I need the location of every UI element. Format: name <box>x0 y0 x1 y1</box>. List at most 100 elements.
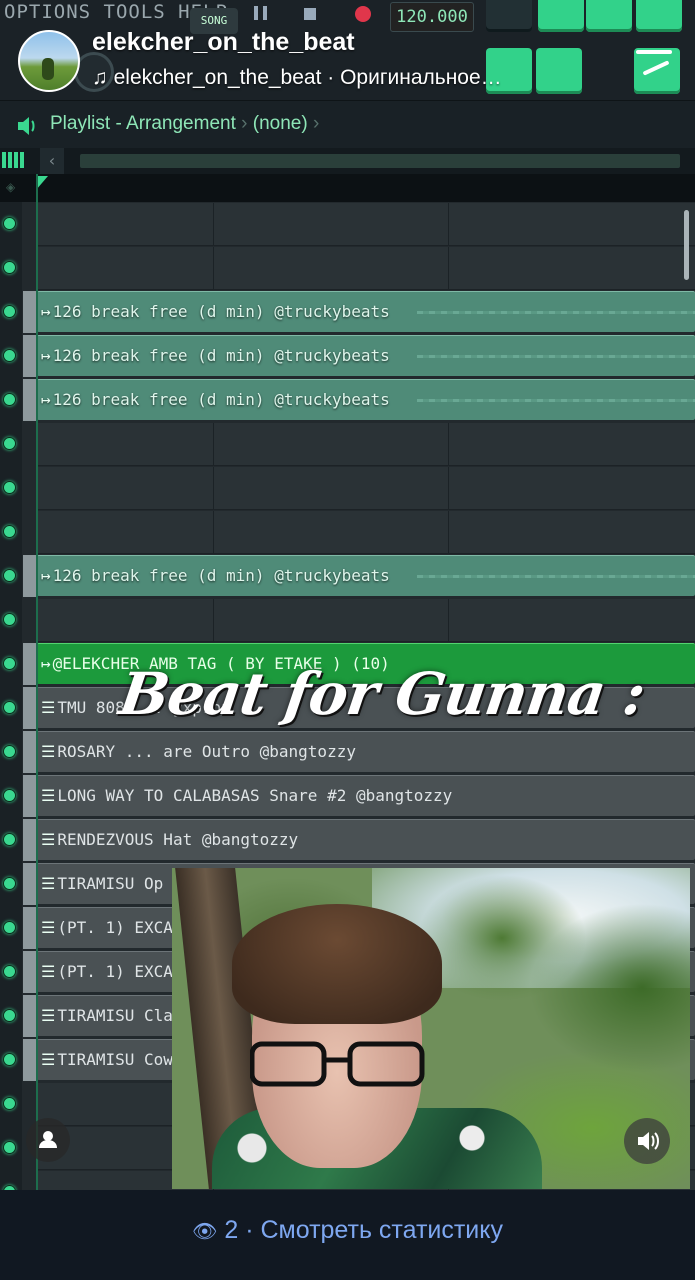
track-row[interactable] <box>0 202 695 246</box>
reel-username[interactable]: elekcher_on_the_beat <box>92 28 355 57</box>
track-row[interactable]: ☰ ROSARY ... are Outro @bangtozzy <box>0 730 695 774</box>
piano-icon[interactable] <box>2 152 26 168</box>
speaker-icon[interactable] <box>16 115 38 135</box>
track-mute-led-icon[interactable] <box>3 525 16 538</box>
track-row[interactable]: ☰ RENDEZVOUS Hat @bangtozzy <box>0 818 695 862</box>
track-grip[interactable] <box>23 731 36 773</box>
toolbar-button[interactable] <box>538 0 584 32</box>
track-mute-led-icon[interactable] <box>3 657 16 670</box>
track-mute-led-icon[interactable] <box>3 569 16 582</box>
track-row[interactable] <box>0 466 695 510</box>
clip-label: TIRAMISU Clav <box>57 1006 183 1025</box>
audio-clip[interactable]: ↦ 126 break free (d min) @truckybeats <box>37 291 695 332</box>
empty-track-cell[interactable] <box>38 467 695 510</box>
pattern-clip[interactable]: ☰ ROSARY ... are Outro @bangtozzy <box>37 731 695 772</box>
pattern-view-button[interactable] <box>536 48 582 94</box>
pattern-icon: ☰ <box>41 1050 56 1069</box>
pattern-selector[interactable]: (none) <box>253 113 308 134</box>
grid-line <box>448 467 449 509</box>
track-grip[interactable] <box>23 291 36 333</box>
empty-track-cell[interactable] <box>38 247 695 290</box>
audio-text: elekcher_on_the_beat · Оригинальное… <box>113 66 502 89</box>
timeline-ruler[interactable]: ◈ <box>0 174 695 202</box>
audio-clip[interactable]: ↦ 126 break free (d min) @truckybeats <box>37 379 695 420</box>
track-grip[interactable] <box>23 907 36 949</box>
pattern-icon: ☰ <box>41 830 56 849</box>
speaker-icon[interactable] <box>624 1118 670 1164</box>
stop-button[interactable] <box>304 8 316 20</box>
reel-audio[interactable]: ♫ elekcher_on_the_beat · Оригинальное… <box>92 66 502 90</box>
playlist-title[interactable]: Playlist - Arrangement › (none) › <box>50 113 319 135</box>
track-mute-led-icon[interactable] <box>3 261 16 274</box>
pattern-icon: ☰ <box>41 742 56 761</box>
track-grip[interactable] <box>23 995 36 1037</box>
track-row[interactable]: ↦ 126 break free (d min) @truckybeats <box>0 334 695 378</box>
track-row[interactable] <box>0 598 695 642</box>
track-mute-led-icon[interactable] <box>3 1053 16 1066</box>
track-grip[interactable] <box>23 643 36 685</box>
track-row[interactable]: ↦ 126 break free (d min) @truckybeats <box>0 554 695 598</box>
facecam-video[interactable] <box>172 868 690 1189</box>
empty-track-cell[interactable] <box>38 423 695 466</box>
track-mute-led-icon[interactable] <box>3 833 16 846</box>
pattern-clip[interactable]: ☰ LONG WAY TO CALABASAS Snare #2 @bangtoz… <box>37 775 695 816</box>
track-mute-led-icon[interactable] <box>3 921 16 934</box>
avatar[interactable] <box>18 30 80 92</box>
playlist-toolbar: ‹ <box>0 148 695 174</box>
track-row[interactable] <box>0 246 695 290</box>
tempo-display[interactable]: 120.000 <box>390 2 474 32</box>
toolbar-button[interactable] <box>486 0 532 32</box>
track-mute-led-icon[interactable] <box>3 701 16 714</box>
person-icon[interactable] <box>26 1118 70 1162</box>
track-mute-led-icon[interactable] <box>3 305 16 318</box>
track-mute-led-icon[interactable] <box>3 877 16 890</box>
track-mute-led-icon[interactable] <box>3 1141 16 1154</box>
pattern-icon: ☰ <box>41 918 56 937</box>
vertical-scrollbar[interactable] <box>684 210 689 280</box>
track-mute-led-icon[interactable] <box>3 789 16 802</box>
reel-caption: Beat for Gunna : <box>115 660 649 728</box>
track-row[interactable]: ↦ 126 break free (d min) @truckybeats <box>0 290 695 334</box>
pattern-icon: ☰ <box>41 874 56 893</box>
empty-track-cell[interactable] <box>38 599 695 642</box>
track-mute-led-icon[interactable] <box>3 217 16 230</box>
track-row[interactable]: ☰ LONG WAY TO CALABASAS Snare #2 @bangtoz… <box>0 774 695 818</box>
track-grip[interactable] <box>23 555 36 597</box>
record-button[interactable] <box>355 6 371 22</box>
track-mute-led-icon[interactable] <box>3 1009 16 1022</box>
waveform <box>417 399 695 402</box>
track-grip[interactable] <box>23 775 36 817</box>
track-mute-led-icon[interactable] <box>3 437 16 450</box>
pattern-icon: ☰ <box>41 698 56 717</box>
track-grip[interactable] <box>23 1039 36 1081</box>
toolbar-button[interactable] <box>586 0 632 32</box>
track-grip[interactable] <box>23 687 36 729</box>
track-grip[interactable] <box>23 863 36 905</box>
track-row[interactable] <box>0 510 695 554</box>
track-mute-led-icon[interactable] <box>3 745 16 758</box>
track-mute-led-icon[interactable] <box>3 393 16 406</box>
scroll-left-button[interactable]: ‹ <box>40 148 64 174</box>
audio-clip[interactable]: ↦ 126 break free (d min) @truckybeats <box>37 335 695 376</box>
track-row[interactable] <box>0 422 695 466</box>
pause-button[interactable] <box>254 6 270 20</box>
horizontal-scrollbar[interactable] <box>80 154 680 168</box>
menu-icon[interactable] <box>636 46 674 86</box>
track-mute-led-icon[interactable] <box>3 349 16 362</box>
track-row[interactable]: ↦ 126 break free (d min) @truckybeats <box>0 378 695 422</box>
track-mute-led-icon[interactable] <box>3 1097 16 1110</box>
track-grip[interactable] <box>23 379 36 421</box>
track-mute-led-icon[interactable] <box>3 965 16 978</box>
empty-track-cell[interactable] <box>38 511 695 554</box>
empty-track-cell[interactable] <box>38 203 695 246</box>
audio-clip[interactable]: ↦ 126 break free (d min) @truckybeats <box>37 555 695 596</box>
track-grip[interactable] <box>23 819 36 861</box>
toolbar-button[interactable] <box>636 0 682 32</box>
pattern-clip[interactable]: ☰ RENDEZVOUS Hat @bangtozzy <box>37 819 695 860</box>
track-grip[interactable] <box>23 335 36 377</box>
track-mute-led-icon[interactable] <box>3 613 16 626</box>
view-stats-link[interactable]: 👁 2 · Смотреть статистику <box>0 1216 695 1245</box>
track-grip[interactable] <box>23 951 36 993</box>
chevron-right-icon: › <box>312 113 320 134</box>
track-mute-led-icon[interactable] <box>3 481 16 494</box>
